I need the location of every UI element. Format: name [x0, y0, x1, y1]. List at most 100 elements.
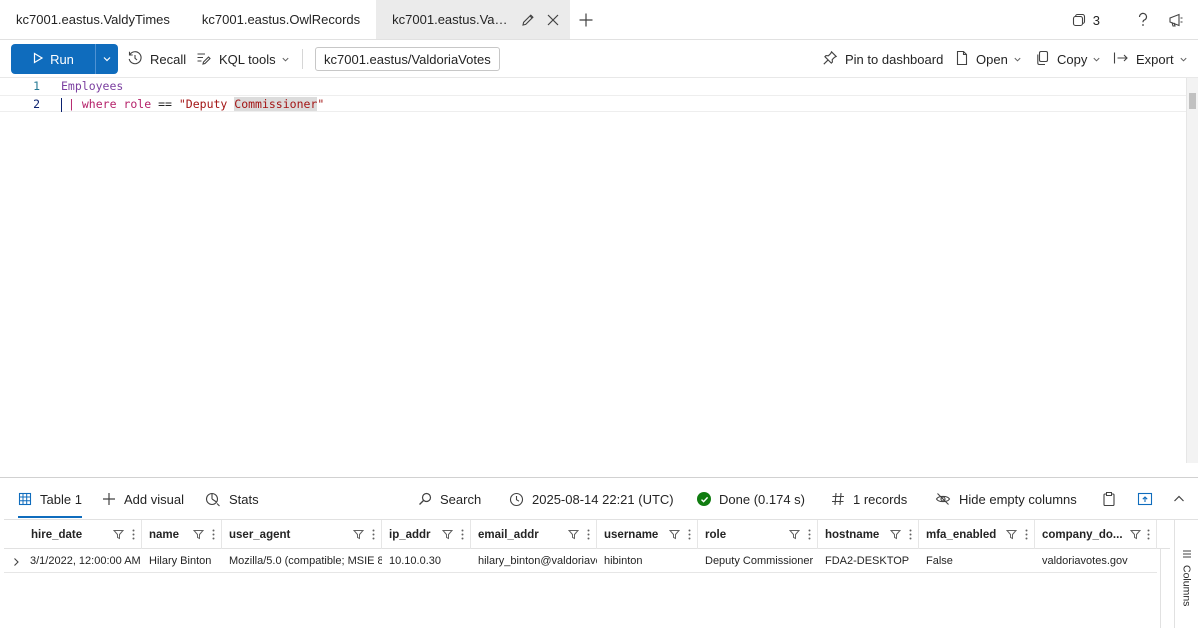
column-header[interactable]: role: [698, 520, 818, 549]
pin-label: Pin to dashboard: [845, 51, 944, 67]
filter-icon[interactable]: [353, 529, 364, 540]
search-button[interactable]: Search: [418, 478, 481, 520]
add-visual-button[interactable]: Add visual: [102, 478, 184, 520]
table-tab-label: Table 1: [40, 491, 82, 507]
copy-results-button[interactable]: [1102, 478, 1116, 520]
hash-icon: [831, 492, 845, 506]
filter-icon[interactable]: [568, 529, 579, 540]
cell-mfa-enabled[interactable]: False: [920, 549, 1035, 573]
column-header[interactable]: company_do...: [1035, 520, 1157, 549]
export-label: Export: [1136, 51, 1174, 67]
table-row[interactable]: 3/1/2022, 12:00:00 AM Hilary Binton Mozi…: [4, 549, 1157, 573]
run-main[interactable]: Run: [11, 44, 96, 74]
filter-icon[interactable]: [193, 529, 204, 540]
query-editor[interactable]: 1 Employees 2 | where role == "Deputy Co…: [0, 77, 1198, 477]
column-header[interactable]: user_agent: [222, 520, 382, 549]
more-icon[interactable]: [132, 529, 135, 540]
filter-icon[interactable]: [669, 529, 680, 540]
text-caret: [61, 97, 62, 112]
editor-line-2[interactable]: 2 | where role == "Deputy Commissioner": [0, 95, 1186, 112]
cell-user-agent[interactable]: Mozilla/5.0 (compatible; MSIE 8.: [223, 549, 382, 573]
filter-icon[interactable]: [1130, 529, 1141, 540]
cell-ip-addr[interactable]: 10.10.0.30: [383, 549, 471, 573]
record-count: 1 records: [831, 478, 907, 520]
columns-panel-toggle[interactable]: Columns: [1174, 519, 1198, 628]
cell-company-domain[interactable]: valdoriavotes.gov: [1036, 549, 1157, 573]
help-icon[interactable]: [1136, 12, 1150, 28]
pin-to-dashboard-button[interactable]: Pin to dashboard: [822, 41, 943, 77]
copy-button[interactable]: Copy: [1036, 41, 1101, 77]
more-icon[interactable]: [808, 529, 811, 540]
more-icon[interactable]: [461, 529, 464, 540]
export-button[interactable]: Export: [1113, 41, 1188, 77]
column-header[interactable]: mfa_enabled: [919, 520, 1035, 549]
tab-table-1[interactable]: Table 1: [18, 478, 82, 520]
column-header[interactable]: email_addr: [471, 520, 597, 549]
cell-hire-date[interactable]: 3/1/2022, 12:00:00 AM: [24, 549, 142, 573]
cell-email-addr[interactable]: hilary_binton@valdoriavc: [472, 549, 597, 573]
filter-icon[interactable]: [789, 529, 800, 540]
chevron-right-icon[interactable]: [12, 555, 20, 570]
chevron-down-icon: [102, 52, 112, 67]
chevron-down-icon: [281, 52, 290, 67]
line-number: 2: [33, 97, 40, 111]
run-dropdown-button[interactable]: [96, 44, 118, 74]
more-icon[interactable]: [1025, 529, 1028, 540]
more-icon[interactable]: [372, 529, 375, 540]
column-title: hostname: [825, 528, 880, 541]
collapse-results-button[interactable]: [1173, 478, 1185, 520]
more-icon[interactable]: [212, 529, 215, 540]
column-header[interactable]: hostname: [818, 520, 919, 549]
query-tab-bar: kc7001.eastus.ValdyTimes kc7001.eastus.O…: [0, 0, 1198, 40]
column-header[interactable]: hire_date: [24, 520, 142, 549]
column-header[interactable]: ip_addr: [382, 520, 471, 549]
cell-hostname[interactable]: FDA2-DESKTOP: [819, 549, 919, 573]
more-icon[interactable]: [587, 529, 590, 540]
tab-valdytimes[interactable]: kc7001.eastus.ValdyTimes: [0, 0, 186, 39]
scrollbar-thumb[interactable]: [1189, 93, 1196, 109]
copy-label: Copy: [1057, 51, 1088, 67]
recall-button[interactable]: Recall: [127, 41, 186, 77]
pin-icon: [822, 50, 838, 69]
cell-role[interactable]: Deputy Commissioner: [699, 549, 818, 573]
column-title: name: [149, 528, 180, 541]
database-selector[interactable]: kc7001.eastus/ValdoriaVotes: [315, 47, 500, 71]
run-button[interactable]: Run: [11, 44, 118, 74]
add-tab-icon[interactable]: [570, 0, 602, 39]
editor-scrollbar[interactable]: [1186, 78, 1198, 463]
line-number: 1: [33, 79, 40, 93]
filter-icon[interactable]: [442, 529, 453, 540]
play-icon: [32, 51, 44, 67]
filter-icon[interactable]: [890, 529, 901, 540]
rename-icon[interactable]: [520, 12, 536, 28]
kql-tools-button[interactable]: KQL tools: [196, 41, 290, 77]
column-title: role: [705, 528, 727, 541]
more-icon[interactable]: [1147, 529, 1150, 540]
filter-icon[interactable]: [1006, 529, 1017, 540]
tab-valdoriavotes[interactable]: kc7001.eastus.ValdoriaVotes: [376, 0, 571, 39]
copies-count: 3: [1092, 12, 1100, 28]
cell-username[interactable]: hibinton: [598, 549, 698, 573]
copies-icon[interactable]: [1071, 12, 1087, 28]
feedback-icon[interactable]: [1168, 12, 1184, 28]
kql-tools-icon: [196, 50, 212, 69]
tab-stats[interactable]: Stats: [205, 478, 259, 520]
cell-name[interactable]: Hilary Binton: [143, 549, 222, 573]
grid-edge: [1160, 549, 1161, 628]
hide-empty-columns-toggle[interactable]: Hide empty columns: [935, 478, 1077, 520]
filter-icon[interactable]: [113, 529, 124, 540]
query-toolbar: Run Recall KQL tools kc7001.eastus/Valdo…: [0, 41, 1198, 77]
close-icon[interactable]: [546, 13, 560, 27]
toolbar-divider: [302, 49, 303, 69]
editor-line-1[interactable]: 1 Employees: [0, 78, 1186, 95]
more-icon[interactable]: [909, 529, 912, 540]
open-button[interactable]: Open: [955, 41, 1022, 77]
clock-icon: [509, 492, 524, 507]
tab-owlrecords[interactable]: kc7001.eastus.OwlRecords: [186, 0, 376, 39]
add-visual-label: Add visual: [124, 491, 184, 507]
more-icon[interactable]: [688, 529, 691, 540]
expand-results-button[interactable]: [1137, 478, 1153, 520]
column-header[interactable]: name: [142, 520, 222, 549]
chevron-down-icon: [1092, 52, 1101, 67]
column-header[interactable]: username: [597, 520, 698, 549]
